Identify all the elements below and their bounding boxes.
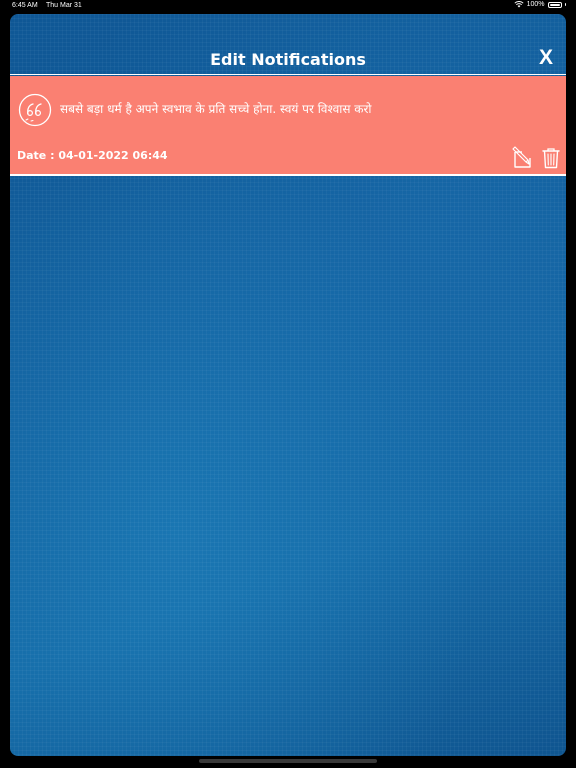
header-divider: [10, 74, 566, 75]
notification-divider: [10, 174, 566, 176]
page-title: Edit Notifications: [210, 50, 366, 69]
notification-message: सबसे बड़ा धर्म है अपने स्वभाव के प्रति स…: [60, 102, 372, 116]
status-date: Thu Mar 31: [46, 2, 82, 9]
quote-icon: [18, 93, 52, 127]
modal-screen: Edit Notifications X सबसे बड़ा धर्म है अ…: [10, 14, 566, 756]
home-indicator[interactable]: [199, 759, 377, 763]
close-button[interactable]: X: [536, 47, 556, 69]
notification-date: Date : 04-01-2022 06:44: [17, 149, 168, 162]
edit-icon[interactable]: [511, 146, 535, 170]
status-bar: 6:45 AM Thu Mar 31 100%: [0, 0, 576, 14]
battery-icon: [547, 1, 562, 8]
battery-percent: 100%: [526, 1, 545, 8]
battery-tip: [564, 3, 566, 6]
status-right: 100%: [514, 1, 566, 8]
notification-item: सबसे बड़ा धर्म है अपने स्वभाव के प्रति स…: [10, 76, 566, 174]
wifi-icon: [514, 1, 524, 8]
status-time: 6:45 AM: [12, 2, 38, 9]
header: Edit Notifications X: [10, 14, 566, 74]
trash-icon[interactable]: [541, 147, 561, 169]
